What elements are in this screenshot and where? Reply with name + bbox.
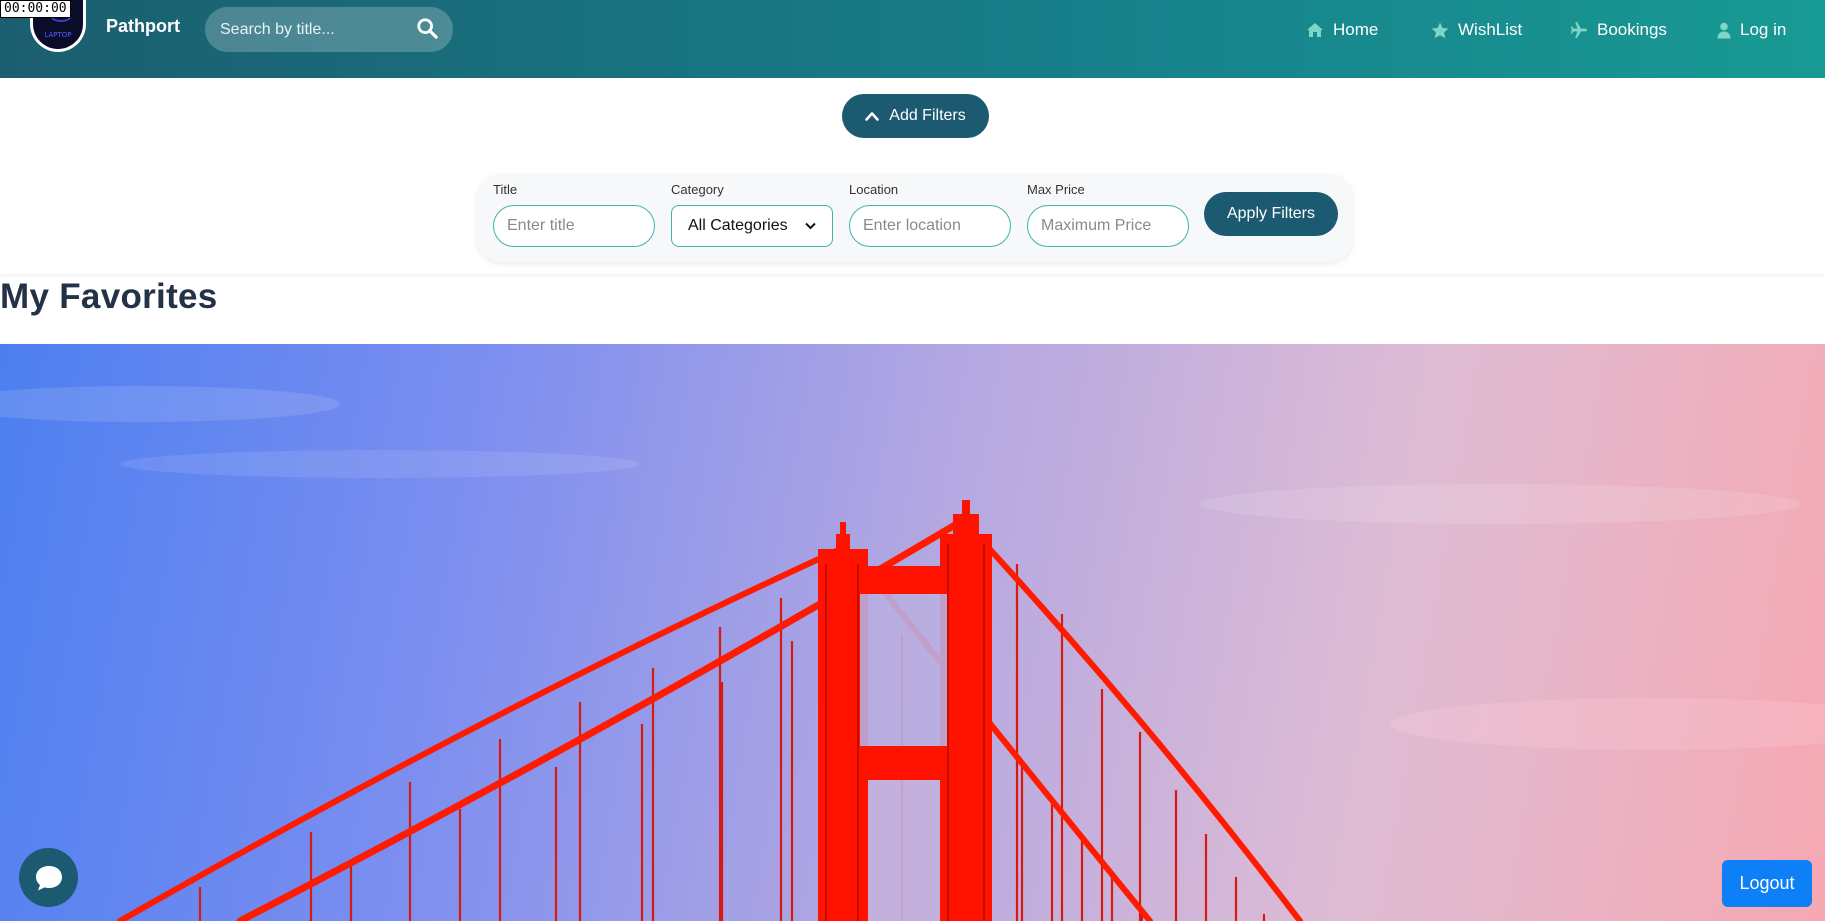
location-filter-label: Location (849, 182, 899, 197)
nav-home-label: Home (1333, 20, 1379, 39)
title-filter-group: Title (493, 182, 655, 247)
location-filter-input[interactable] (849, 205, 1011, 247)
add-filters-label: Add Filters (889, 107, 966, 124)
search-icon[interactable] (416, 17, 441, 42)
timer-overlay: 00:00:00 (0, 0, 71, 18)
filter-section: Add Filters Title Category All Categorie… (0, 78, 1825, 274)
category-filter-group: Category All Categories (671, 182, 833, 247)
location-filter-group: Location (849, 182, 1011, 247)
add-filters-button[interactable]: Add Filters (842, 94, 989, 138)
chat-button[interactable] (19, 848, 78, 907)
top-navbar: LAPTOP Pathport Home WishList Bookings L… (0, 0, 1825, 78)
nav-wishlist[interactable]: WishList (1431, 16, 1522, 44)
nav-wishlist-label: WishList (1458, 20, 1523, 39)
brand-name[interactable]: Pathport (106, 16, 180, 37)
filter-form: Title Category All Categories Location M… (477, 174, 1353, 262)
nav-login-label: Log in (1740, 20, 1787, 39)
search-bar (205, 7, 453, 52)
search-input[interactable] (220, 7, 410, 52)
apply-filters-button[interactable]: Apply Filters (1204, 192, 1338, 236)
max-price-filter-input[interactable] (1027, 205, 1189, 247)
chat-bubble-icon (35, 865, 62, 890)
title-filter-input[interactable] (493, 205, 655, 247)
logo-text: LAPTOP (44, 31, 72, 39)
category-filter-label: Category (671, 182, 724, 197)
title-filter-label: Title (493, 182, 518, 197)
max-price-filter-label: Max Price (1027, 182, 1085, 197)
user-icon (1717, 22, 1731, 38)
chevron-up-icon (865, 112, 880, 121)
max-price-filter-group: Max Price (1027, 182, 1189, 247)
star-icon (1431, 22, 1449, 38)
bridge-image (0, 386, 1825, 921)
nav-bookings[interactable]: Bookings (1570, 16, 1667, 44)
nav-login[interactable]: Log in (1717, 16, 1786, 44)
favorite-card-image[interactable] (0, 344, 1825, 921)
page-title: My Favorites (0, 277, 218, 316)
plane-icon (1571, 22, 1587, 38)
logout-button[interactable]: Logout (1722, 860, 1812, 907)
chevron-down-icon (805, 222, 816, 230)
category-selected-value: All Categories (688, 217, 788, 234)
nav-home[interactable]: Home (1306, 16, 1378, 44)
home-icon (1307, 23, 1323, 37)
category-select[interactable]: All Categories (671, 205, 833, 247)
nav-bookings-label: Bookings (1597, 20, 1667, 39)
